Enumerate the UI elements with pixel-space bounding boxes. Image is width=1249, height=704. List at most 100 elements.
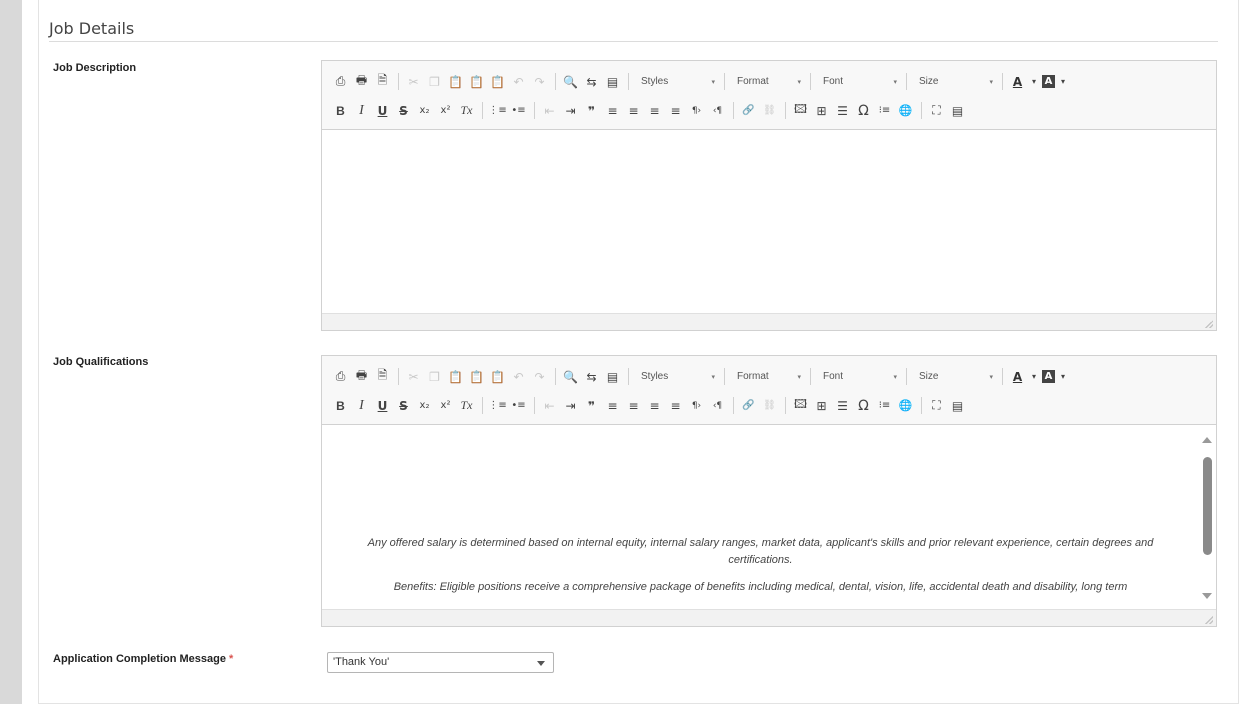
image-icon[interactable]: 🖾 xyxy=(792,397,809,414)
bg-color-icon[interactable]: A xyxy=(1042,75,1055,88)
paste-text-icon[interactable]: 📋 xyxy=(468,73,485,90)
scroll-thumb[interactable] xyxy=(1203,457,1212,555)
copy-icon[interactable]: ❐ xyxy=(426,368,443,385)
iframe-icon[interactable]: 🌐 xyxy=(897,102,914,119)
chevron-down-icon[interactable]: ▾ xyxy=(1059,368,1067,385)
rtl-icon[interactable]: ‹¶ xyxy=(709,397,726,414)
justify-icon[interactable]: ≡ xyxy=(667,102,684,119)
format-dropdown[interactable]: Format ▾ xyxy=(731,73,807,91)
table-icon[interactable]: ⊞ xyxy=(813,102,830,119)
subscript-icon[interactable]: x₂ xyxy=(416,102,433,119)
job-qualifications-editor[interactable]: ⎙ 🖶 🗎 ✂ ❐ 📋 📋 📋 ↶ ↷ 🔍 ⇆ ▤ Styles ▾ Forma… xyxy=(321,355,1217,627)
find-icon[interactable]: 🔍 xyxy=(562,368,579,385)
special-char-icon[interactable]: Ω xyxy=(855,397,872,414)
numbered-list-icon[interactable]: ⋮≡ xyxy=(488,102,506,119)
list-style-icon[interactable]: ⁝≡ xyxy=(876,102,893,119)
unlink-icon[interactable]: ⛓ xyxy=(761,102,778,119)
copy-icon[interactable]: ❐ xyxy=(426,73,443,90)
paste-word-icon[interactable]: 📋 xyxy=(489,368,506,385)
underline-icon[interactable]: U xyxy=(374,102,391,119)
resize-grip-icon[interactable] xyxy=(1205,320,1213,328)
undo-icon[interactable]: ↶ xyxy=(510,368,527,385)
list-style-icon[interactable]: ⁝≡ xyxy=(876,397,893,414)
completion-message-select[interactable]: 'Thank You' xyxy=(327,652,554,673)
templates-icon[interactable]: 🗎 xyxy=(374,73,391,90)
italic-icon[interactable]: I xyxy=(353,397,370,414)
outdent-icon[interactable]: ⇤ xyxy=(541,397,558,414)
paste-word-icon[interactable]: 📋 xyxy=(489,73,506,90)
text-color-icon[interactable]: A xyxy=(1009,73,1026,90)
special-char-icon[interactable]: Ω xyxy=(855,102,872,119)
font-dropdown[interactable]: Font ▾ xyxy=(817,73,903,91)
cut-icon[interactable]: ✂ xyxy=(405,368,422,385)
italic-icon[interactable]: I xyxy=(353,102,370,119)
outdent-icon[interactable]: ⇤ xyxy=(541,102,558,119)
chevron-down-icon[interactable]: ▾ xyxy=(1030,73,1038,90)
paste-icon[interactable]: 📋 xyxy=(447,368,464,385)
maximize-icon[interactable]: ⛶ xyxy=(928,397,945,414)
iframe-icon[interactable]: 🌐 xyxy=(897,397,914,414)
table-icon[interactable]: ⊞ xyxy=(813,397,830,414)
align-right-icon[interactable]: ≡ xyxy=(646,102,663,119)
scroll-up-icon[interactable] xyxy=(1202,437,1212,443)
horizontal-rule-icon[interactable]: ☰ xyxy=(834,397,851,414)
size-dropdown[interactable]: Size ▾ xyxy=(913,368,999,386)
chevron-down-icon[interactable]: ▾ xyxy=(1059,73,1067,90)
unlink-icon[interactable]: ⛓ xyxy=(761,397,778,414)
bulleted-list-icon[interactable]: •≡ xyxy=(510,102,527,119)
styles-dropdown[interactable]: Styles ▾ xyxy=(635,73,721,91)
numbered-list-icon[interactable]: ⋮≡ xyxy=(488,397,506,414)
indent-icon[interactable]: ⇥ xyxy=(562,102,579,119)
print-icon[interactable]: 🖶 xyxy=(353,368,370,385)
rtl-icon[interactable]: ‹¶ xyxy=(709,102,726,119)
image-icon[interactable]: 🖾 xyxy=(792,102,809,119)
text-color-icon[interactable]: A xyxy=(1009,368,1026,385)
templates-icon[interactable]: 🗎 xyxy=(374,368,391,385)
underline-icon[interactable]: U xyxy=(374,397,391,414)
replace-icon[interactable]: ⇆ xyxy=(583,368,600,385)
select-all-icon[interactable]: ▤ xyxy=(604,73,621,90)
indent-icon[interactable]: ⇥ xyxy=(562,397,579,414)
styles-dropdown[interactable]: Styles ▾ xyxy=(635,368,721,386)
preview-icon[interactable]: ⎙ xyxy=(332,73,349,90)
maximize-icon[interactable]: ⛶ xyxy=(928,102,945,119)
strikethrough-icon[interactable]: S xyxy=(395,397,412,414)
link-icon[interactable]: 🔗 xyxy=(740,397,757,414)
scroll-down-icon[interactable] xyxy=(1202,593,1212,599)
paste-icon[interactable]: 📋 xyxy=(447,73,464,90)
font-dropdown[interactable]: Font ▾ xyxy=(817,368,903,386)
chevron-down-icon[interactable] xyxy=(537,661,545,666)
ltr-icon[interactable]: ¶› xyxy=(688,102,705,119)
size-dropdown[interactable]: Size ▾ xyxy=(913,73,999,91)
strikethrough-icon[interactable]: S xyxy=(395,102,412,119)
paste-text-icon[interactable]: 📋 xyxy=(468,368,485,385)
ltr-icon[interactable]: ¶› xyxy=(688,397,705,414)
replace-icon[interactable]: ⇆ xyxy=(583,73,600,90)
source-icon[interactable]: ▤ xyxy=(949,102,966,119)
bold-icon[interactable]: B xyxy=(332,102,349,119)
chevron-down-icon[interactable]: ▾ xyxy=(1030,368,1038,385)
blockquote-icon[interactable]: ❞ xyxy=(583,102,600,119)
bulleted-list-icon[interactable]: •≡ xyxy=(510,397,527,414)
align-center-icon[interactable]: ≡ xyxy=(625,102,642,119)
link-icon[interactable]: 🔗 xyxy=(740,102,757,119)
content-scrollbar[interactable] xyxy=(1199,425,1216,609)
undo-icon[interactable]: ↶ xyxy=(510,73,527,90)
align-left-icon[interactable]: ≡ xyxy=(604,102,621,119)
align-center-icon[interactable]: ≡ xyxy=(625,397,642,414)
format-dropdown[interactable]: Format ▾ xyxy=(731,368,807,386)
print-icon[interactable]: 🖶 xyxy=(353,73,370,90)
align-right-icon[interactable]: ≡ xyxy=(646,397,663,414)
select-all-icon[interactable]: ▤ xyxy=(604,368,621,385)
horizontal-rule-icon[interactable]: ☰ xyxy=(834,102,851,119)
source-icon[interactable]: ▤ xyxy=(949,397,966,414)
redo-icon[interactable]: ↷ xyxy=(531,73,548,90)
remove-format-icon[interactable]: Tx xyxy=(458,102,475,119)
justify-icon[interactable]: ≡ xyxy=(667,397,684,414)
align-left-icon[interactable]: ≡ xyxy=(604,397,621,414)
remove-format-icon[interactable]: Tx xyxy=(458,397,475,414)
superscript-icon[interactable]: x² xyxy=(437,397,454,414)
superscript-icon[interactable]: x² xyxy=(437,102,454,119)
job-qualifications-content[interactable]: Any offered salary is determined based o… xyxy=(322,425,1216,609)
resize-grip-icon[interactable] xyxy=(1205,616,1213,624)
